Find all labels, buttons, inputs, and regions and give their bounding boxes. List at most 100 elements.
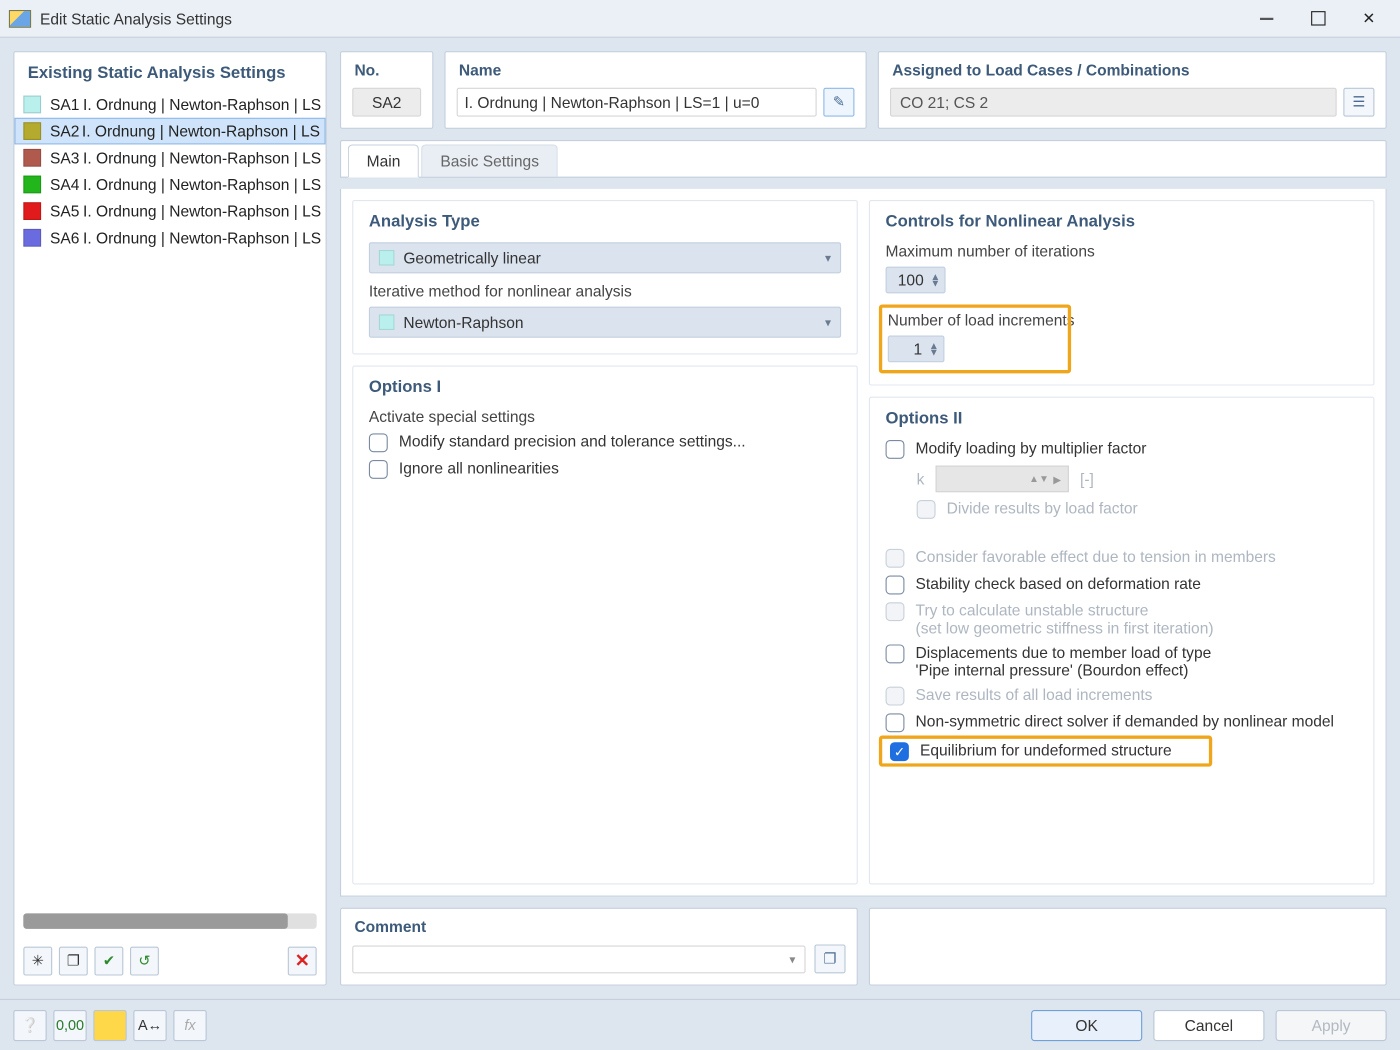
k-stepper: ▲▼▸ (936, 466, 1069, 493)
name-input[interactable]: I. Ordnung | Newton-Raphson | LS=1 | u=0 (457, 88, 817, 117)
settings-label: I. Ordnung | Newton-Raphson | LS (83, 149, 321, 167)
settings-item-sa4[interactable]: SA4I. Ordnung | Newton-Raphson | LS (14, 171, 325, 198)
panel-title: Controls for Nonlinear Analysis (886, 212, 1358, 231)
settings-key: SA2 (50, 122, 82, 140)
settings-item-sa5[interactable]: SA5I. Ordnung | Newton-Raphson | LS (14, 198, 325, 225)
color-swatch-icon (23, 202, 41, 220)
nonsym-solver-checkbox[interactable] (886, 713, 905, 732)
settings-key: SA5 (50, 202, 83, 220)
consider-tension-label: Consider favorable effect due to tension… (916, 548, 1276, 566)
color-button[interactable] (93, 1009, 126, 1040)
check-all-button[interactable]: ✔ (94, 947, 123, 976)
modify-precision-checkbox[interactable] (369, 433, 388, 452)
max-iter-label: Maximum number of iterations (886, 242, 1358, 260)
help-button[interactable]: ❔ (13, 1009, 46, 1040)
sidebar: Existing Static Analysis Settings SA1I. … (13, 51, 326, 985)
nonsym-solver-label: Non-symmetric direct solver if demanded … (916, 712, 1334, 730)
save-results-checkbox (886, 687, 905, 706)
chevron-down-icon: ▾ (789, 952, 795, 966)
comment-library-button[interactable]: ❐ (814, 944, 845, 973)
divide-results-checkbox (917, 500, 936, 519)
analysis-type-value: Geometrically linear (403, 249, 540, 267)
settings-key: SA1 (50, 96, 83, 114)
color-swatch-icon (23, 96, 41, 114)
assigned-details-button[interactable]: ☰ (1343, 88, 1374, 117)
titlebar: Edit Static Analysis Settings (0, 0, 1400, 38)
name-box: Name I. Ordnung | Newton-Raphson | LS=1 … (444, 51, 866, 129)
settings-label: I. Ordnung | Newton-Raphson | LS (83, 96, 321, 114)
load-inc-value: 1 (900, 340, 929, 358)
assigned-label: Assigned to Load Cases / Combinations (879, 52, 1386, 83)
window-title: Edit Static Analysis Settings (40, 9, 1251, 27)
apply-button: Apply (1276, 1009, 1387, 1040)
settings-key: SA4 (50, 176, 83, 194)
color-swatch-icon (379, 314, 395, 330)
no-label: No. (341, 52, 432, 83)
sidebar-header: Existing Static Analysis Settings (14, 52, 325, 91)
delete-button[interactable]: ✕ (288, 947, 317, 976)
panel-title: Options I (369, 378, 841, 397)
settings-label: I. Ordnung | Newton-Raphson | LS (83, 202, 321, 220)
footer: ❔ 0,00 A↔ fx OK Cancel Apply (0, 999, 1400, 1050)
equilibrium-label: Equilibrium for undeformed structure (920, 741, 1172, 759)
save-results-label: Save results of all load increments (916, 686, 1153, 704)
color-swatch-icon (23, 122, 41, 140)
settings-label: I. Ordnung | Newton-Raphson | LS (83, 229, 321, 247)
close-button[interactable] (1353, 7, 1384, 29)
tabs-bar: Main Basic Settings (340, 140, 1387, 178)
display-settings-button[interactable]: A↔ (133, 1009, 166, 1040)
settings-key: SA3 (50, 149, 83, 167)
assigned-value: CO 21; CS 2 (890, 88, 1337, 117)
iter-method-value: Newton-Raphson (403, 313, 523, 331)
modify-loading-label: Modify loading by multiplier factor (916, 439, 1147, 457)
uncheck-all-button[interactable]: ↺ (130, 947, 159, 976)
copy-button[interactable]: ❐ (59, 947, 88, 976)
analysis-type-select[interactable]: Geometrically linear ▾ (369, 242, 841, 273)
chevron-down-icon: ▾ (825, 315, 831, 329)
ok-button[interactable]: OK (1031, 1009, 1142, 1040)
maximize-button[interactable] (1302, 7, 1333, 29)
settings-list: SA1I. Ordnung | Newton-Raphson | LSSA2I.… (14, 91, 325, 911)
iter-method-select[interactable]: Newton-Raphson ▾ (369, 307, 841, 338)
edit-name-button[interactable]: ✎ (823, 88, 854, 117)
consider-tension-checkbox (886, 549, 905, 568)
units-button[interactable]: 0,00 (53, 1009, 86, 1040)
equilibrium-checkbox[interactable]: ✓ (890, 742, 909, 761)
max-iter-stepper[interactable]: 100 ▲▼ (886, 267, 946, 294)
modify-precision-label: Modify standard precision and tolerance … (399, 432, 746, 450)
empty-panel (869, 908, 1387, 986)
modify-loading-checkbox[interactable] (886, 440, 905, 459)
settings-item-sa2[interactable]: SA2I. Ordnung | Newton-Raphson | LS (14, 118, 325, 145)
ignore-nonlinearities-label: Ignore all nonlinearities (399, 459, 559, 477)
analysis-type-panel: Analysis Type Geometrically linear ▾ Ite… (352, 200, 858, 354)
no-value: SA2 (352, 88, 421, 117)
settings-item-sa3[interactable]: SA3I. Ordnung | Newton-Raphson | LS (14, 144, 325, 171)
cancel-button[interactable]: Cancel (1153, 1009, 1264, 1040)
comment-box: Comment ▾ ❐ (340, 908, 858, 986)
color-swatch-icon (23, 149, 41, 167)
function-button[interactable]: fx (173, 1009, 206, 1040)
settings-item-sa6[interactable]: SA6I. Ordnung | Newton-Raphson | LS (14, 224, 325, 251)
divide-results-label: Divide results by load factor (947, 499, 1138, 517)
tab-main[interactable]: Main (348, 144, 420, 177)
stability-check-label: Stability check based on deformation rat… (916, 574, 1201, 592)
minimize-button[interactable] (1251, 7, 1282, 29)
panel-title: Analysis Type (369, 212, 841, 231)
activate-special-label: Activate special settings (369, 408, 841, 426)
settings-item-sa1[interactable]: SA1I. Ordnung | Newton-Raphson | LS (14, 91, 325, 118)
options1-panel: Options I Activate special settings Modi… (352, 366, 858, 885)
new-button[interactable]: ✳ (23, 947, 52, 976)
displacements-label: Displacements due to member load of type… (916, 643, 1212, 679)
tab-basic-settings[interactable]: Basic Settings (422, 144, 558, 177)
k-label: k (917, 470, 925, 488)
stability-check-checkbox[interactable] (886, 576, 905, 595)
settings-label: I. Ordnung | Newton-Raphson | LS (83, 176, 321, 194)
scrollbar-horizontal[interactable] (23, 913, 316, 929)
options2-panel: Options II Modify loading by multiplier … (869, 397, 1375, 885)
ignore-nonlinearities-checkbox[interactable] (369, 460, 388, 479)
iter-method-label: Iterative method for nonlinear analysis (369, 282, 841, 300)
comment-select[interactable]: ▾ (352, 945, 805, 973)
no-box: No. SA2 (340, 51, 433, 129)
load-inc-stepper[interactable]: 1 ▲▼ (888, 336, 945, 363)
displacements-checkbox[interactable] (886, 644, 905, 663)
